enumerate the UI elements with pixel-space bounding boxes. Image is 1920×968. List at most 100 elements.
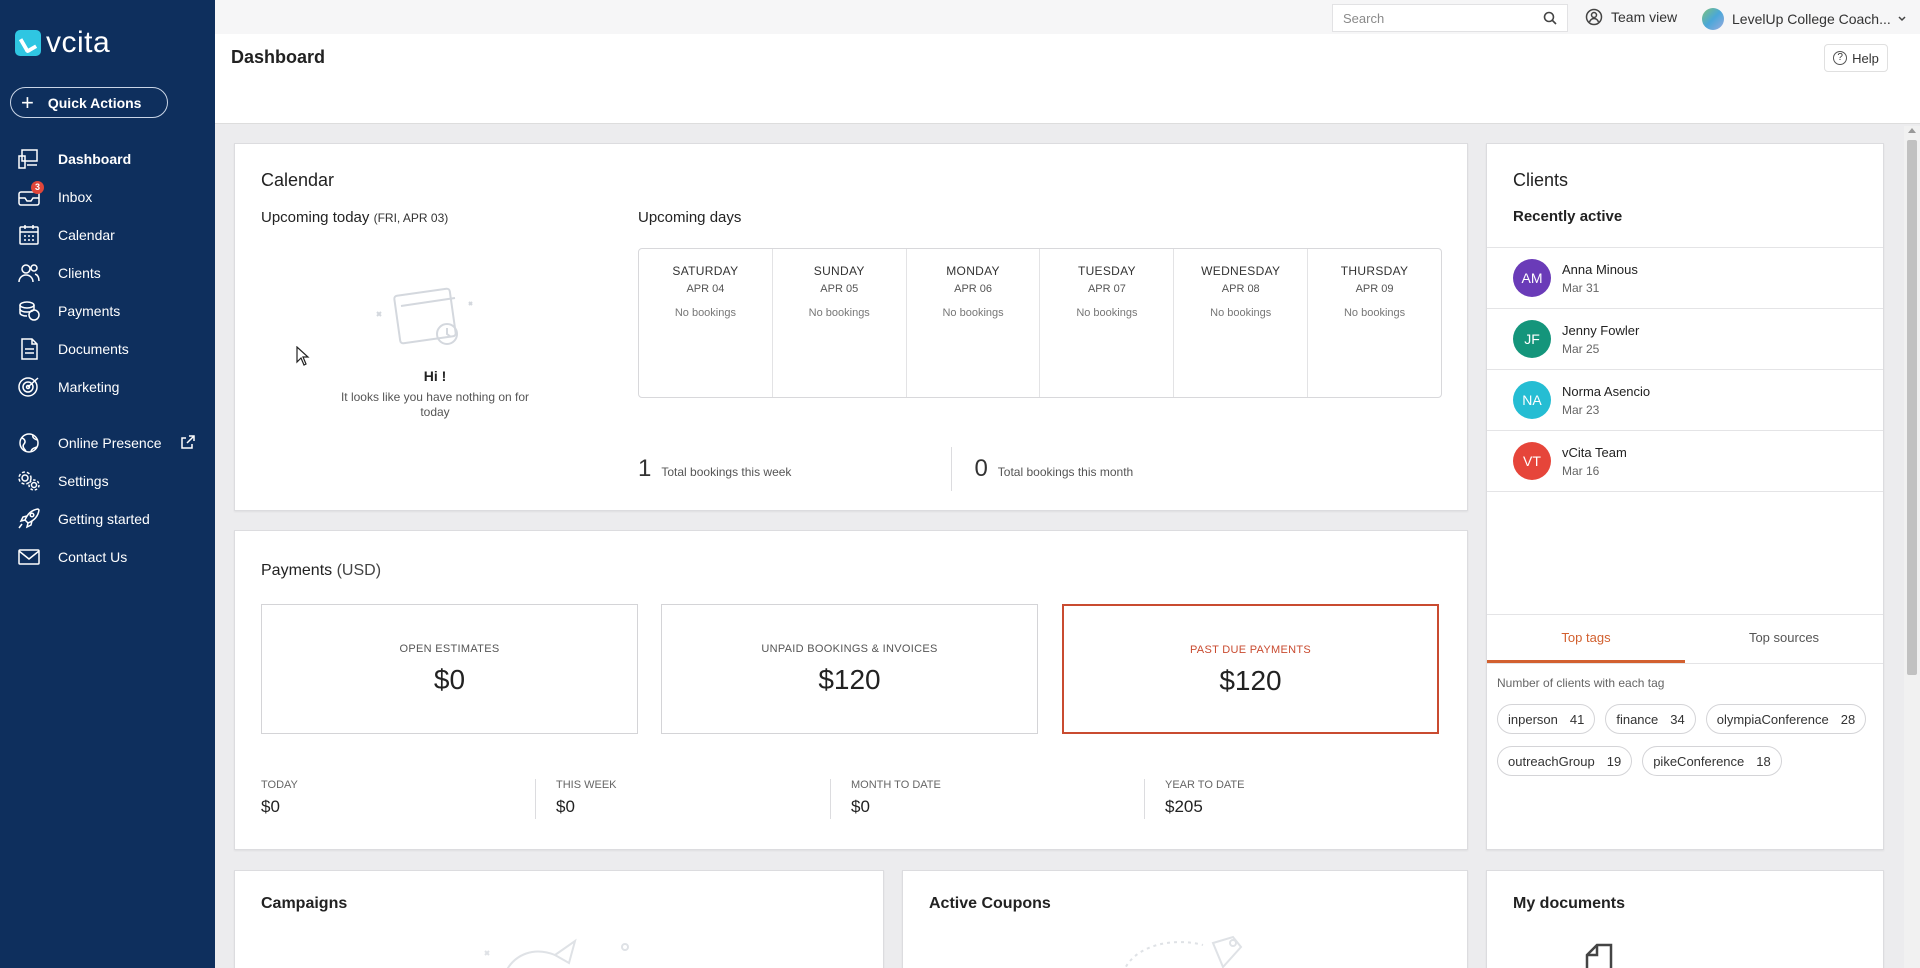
tag-chip[interactable]: pikeConference 18 (1642, 746, 1782, 776)
team-view-button[interactable]: Team view (1585, 8, 1677, 26)
period-month-to-date: MONTH TO DATE $0 (851, 779, 941, 823)
campaigns-card: Campaigns (234, 870, 884, 968)
day-date: APR 08 (1221, 283, 1260, 295)
tag-name: outreachGroup (1508, 753, 1595, 769)
sidebar-item-dashboard[interactable]: Dashboard (0, 140, 215, 178)
sidebar-item-calendar[interactable]: Calendar (0, 216, 215, 254)
help-button[interactable]: ? Help (1824, 44, 1888, 72)
day-column[interactable]: THURSDAY APR 09 No bookings (1308, 249, 1441, 397)
totals-divider (951, 447, 953, 491)
external-link-icon[interactable] (180, 434, 196, 450)
sidebar-item-label: Contact Us (58, 549, 128, 565)
documents-title: My documents (1513, 895, 1626, 912)
open-estimates-box[interactable]: OPEN ESTIMATES $0 (261, 604, 638, 734)
tag-count: 19 (1606, 753, 1622, 769)
tag-chip[interactable]: olympiaConference 28 (1705, 704, 1867, 734)
documents-card: My documents (1486, 870, 1884, 968)
list-item[interactable]: AM Anna Minous Mar 31 (1487, 248, 1883, 309)
search-input[interactable]: Search (1332, 4, 1568, 32)
day-column[interactable]: TUESDAY APR 07 No bookings (1040, 249, 1175, 397)
tab-top-sources[interactable]: Top sources (1685, 615, 1883, 663)
period-label: YEAR TO DATE (1165, 779, 1245, 791)
coupons-card: Active Coupons (902, 870, 1468, 968)
sidebar-item-label: Marketing (58, 379, 120, 395)
period-label: THIS WEEK (556, 779, 617, 791)
day-column[interactable]: SUNDAY APR 05 No bookings (773, 249, 907, 397)
brand-name: vcita (46, 26, 111, 59)
day-status: No bookings (1343, 307, 1406, 319)
sidebar-item-settings[interactable]: Settings (0, 462, 215, 500)
documents-icon (16, 338, 42, 360)
day-status: No bookings (1076, 307, 1138, 319)
day-name: THURSDAY (1340, 264, 1409, 278)
unpaid-invoices-label: UNPAID BOOKINGS & INVOICES (761, 643, 938, 655)
day-date: APR 04 (686, 283, 725, 295)
search-icon[interactable] (1543, 11, 1557, 25)
clients-icon (16, 262, 42, 284)
upcoming-today-label: Upcoming today (261, 209, 370, 226)
rocket-icon (16, 508, 42, 530)
page-title: Dashboard (231, 47, 326, 67)
payments-currency: (USD) (336, 562, 382, 579)
day-column[interactable]: WEDNESDAY APR 08 No bookings (1174, 249, 1309, 397)
account-name: LevelUp College Coach... (1732, 11, 1891, 27)
globe-icon (16, 432, 42, 454)
period-divider (535, 779, 536, 819)
avatar: VT (1513, 442, 1551, 480)
sidebar-item-inbox[interactable]: 3 Inbox (0, 178, 215, 216)
mail-icon (16, 546, 42, 568)
period-this-week: THIS WEEK $0 (556, 779, 617, 823)
inbox-badge: 3 (31, 181, 44, 194)
week-total-label: Total bookings this week (661, 465, 792, 479)
scroll-up-arrow-icon[interactable] (1908, 128, 1916, 133)
list-item[interactable]: NA Norma Asencio Mar 23 (1487, 370, 1883, 431)
tab-top-tags[interactable]: Top tags (1487, 615, 1685, 663)
sidebar-nav: Dashboard 3 Inbox Calendar Clients Payme… (0, 140, 215, 576)
tag-chip[interactable]: finance 34 (1605, 704, 1696, 734)
sidebar-item-contact-us[interactable]: Contact Us (0, 538, 215, 576)
clients-card: Clients Recently active AM Anna Minous M… (1486, 143, 1884, 850)
quick-actions-button[interactable]: + Quick Actions (10, 87, 168, 118)
booking-totals: 1 Total bookings this week 0 Total booki… (638, 439, 1134, 491)
payments-title-text: Payments (261, 562, 333, 579)
sidebar-item-marketing[interactable]: Marketing (0, 368, 215, 406)
sidebar-item-payments[interactable]: Payments (0, 292, 215, 330)
day-status: No bookings (674, 307, 736, 319)
sidebar-item-label: Payments (58, 303, 121, 319)
tag-count: 28 (1840, 711, 1856, 727)
empty-message: It looks like you have nothing on for to… (340, 390, 530, 419)
day-name: SUNDAY (813, 264, 865, 278)
day-date: APR 09 (1355, 283, 1394, 295)
sidebar-item-clients[interactable]: Clients (0, 254, 215, 292)
period-label: TODAY (261, 779, 298, 791)
day-column[interactable]: MONDAY APR 06 No bookings (907, 249, 1041, 397)
sidebar-item-getting-started[interactable]: Getting started (0, 500, 215, 538)
tag-chip[interactable]: inperson 41 (1497, 704, 1596, 734)
sidebar-item-online-presence[interactable]: Online Presence (0, 424, 215, 462)
sidebar-item-label: Settings (58, 473, 109, 489)
sidebar-item-documents[interactable]: Documents (0, 330, 215, 368)
unpaid-invoices-box[interactable]: UNPAID BOOKINGS & INVOICES $120 (661, 604, 1038, 734)
upcoming-today-heading: Upcoming today (FRI, APR 03) (261, 209, 448, 226)
recently-active-label: Recently active (1513, 208, 1623, 225)
client-name: vCita Team (1562, 444, 1627, 460)
avatar: NA (1513, 381, 1551, 419)
month-total-label: Total bookings this month (997, 465, 1134, 479)
list-item[interactable]: VT vCita Team Mar 16 (1487, 431, 1883, 492)
campaigns-title: Campaigns (261, 895, 348, 912)
vcita-logo[interactable]: vcita (15, 26, 110, 60)
help-icon: ? (1833, 51, 1848, 65)
tag-name: finance (1616, 711, 1659, 727)
page-scrollbar[interactable] (1904, 126, 1920, 968)
day-column[interactable]: SATURDAY APR 04 No bookings (639, 249, 773, 397)
past-due-value: $120 (1219, 665, 1282, 696)
calendar-title: Calendar (261, 170, 335, 190)
tag-chip[interactable]: outreachGroup 19 (1497, 746, 1633, 776)
quick-actions-label: Quick Actions (47, 94, 142, 111)
list-item[interactable]: JF Jenny Fowler Mar 25 (1487, 309, 1883, 370)
past-due-box[interactable]: PAST DUE PAYMENTS $120 (1062, 604, 1439, 734)
account-menu[interactable]: LevelUp College Coach... (1702, 8, 1907, 30)
scrollbar-thumb[interactable] (1907, 140, 1917, 675)
day-name: TUESDAY (1077, 264, 1136, 278)
past-due-label: PAST DUE PAYMENTS (1189, 644, 1312, 656)
